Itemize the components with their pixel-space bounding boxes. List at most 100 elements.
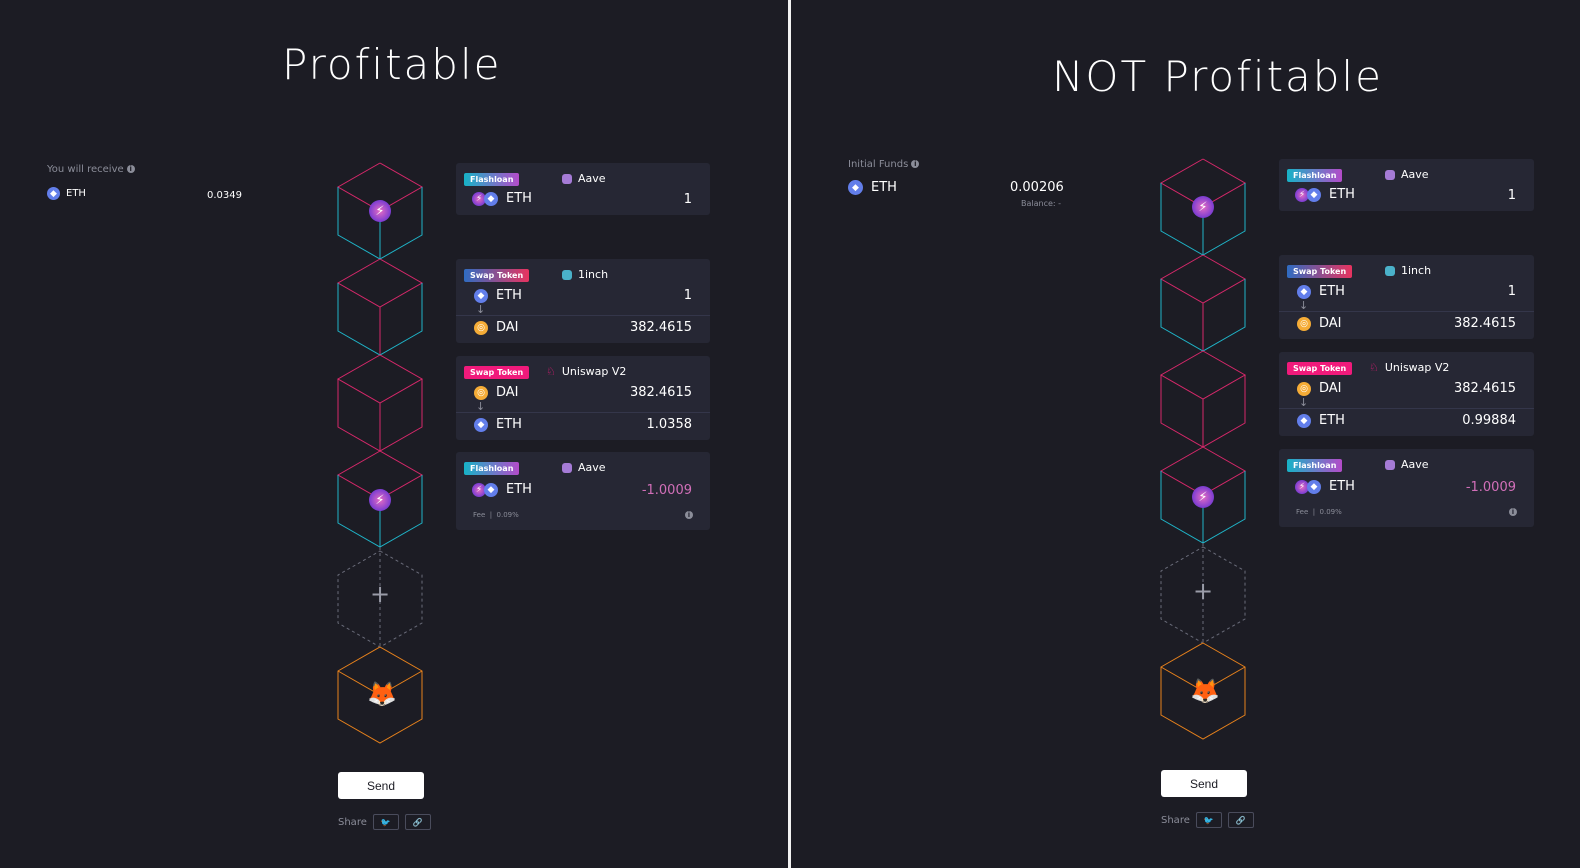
receive-token: ◆ ETH — [47, 187, 86, 200]
from-token-label: ETH — [1319, 284, 1345, 299]
receive-label: You will receive i — [47, 164, 135, 175]
step-card-flashloan[interactable]: Flashloan Aave ⚡ ◆ ETH 1 — [456, 163, 710, 215]
protocol: 1inch — [1385, 264, 1431, 277]
eth-icon: ◆ — [474, 417, 488, 432]
from-amount: 382.4615 — [629, 385, 692, 400]
eth-icon: ◆ — [1307, 187, 1321, 202]
step-tag: Swap Token — [464, 366, 530, 379]
info-icon[interactable]: i — [126, 165, 135, 173]
token: ⚡ ◆ ETH — [1295, 187, 1355, 202]
step-card-flashloan-repay[interactable]: Flashloan Aave ⚡ ◆ ETH -1.0009 Fee | 0.09… — [456, 452, 710, 530]
protocol-label: Aave — [578, 461, 606, 474]
send-button[interactable]: Send — [338, 772, 424, 799]
plus-icon[interactable]: + — [1193, 579, 1213, 603]
twitter-icon[interactable]: 🐦 — [1195, 812, 1222, 828]
eth-icon: ◆ — [848, 180, 863, 195]
step-card-swap-1inch[interactable]: Swap Token 1inch ◆ ETH 1 ↓ ◎ DAI 382.4615 — [1279, 255, 1534, 339]
info-icon[interactable]: i — [685, 511, 693, 519]
to-token-label: ETH — [1319, 413, 1345, 428]
dai-icon: ◎ — [474, 320, 488, 335]
cube-swap-uniswap[interactable] — [336, 354, 424, 452]
uniswap-icon: ♘ — [1369, 361, 1379, 374]
token-amount: -1.0009 — [1465, 480, 1516, 495]
balance-label: Balance: - — [1021, 199, 1062, 208]
share-label: Share — [338, 816, 367, 828]
from-token-label: ETH — [496, 288, 522, 303]
to-amount: 1.0358 — [646, 417, 693, 432]
from-amount: 1 — [1507, 284, 1516, 299]
cube-swap-1inch[interactable] — [1159, 254, 1247, 352]
protocol: 1inch — [562, 268, 608, 281]
to-amount: 382.4615 — [629, 320, 692, 335]
to-token: ◎ DAI — [474, 320, 519, 335]
protocol: Aave — [562, 461, 606, 474]
token-amount: -1.0009 — [641, 483, 692, 498]
from-token: ◆ ETH — [474, 288, 522, 303]
eth-icon: ◆ — [484, 191, 498, 206]
protocol: ♘ Uniswap V2 — [1369, 361, 1449, 374]
page-title: Profitable — [282, 40, 502, 89]
info-icon[interactable]: i — [1509, 508, 1517, 516]
lightning-icon: ⚡ — [369, 200, 391, 222]
receive-label-text: You will receive — [47, 164, 124, 175]
step-card-flashloan-repay[interactable]: Flashloan Aave ⚡ ◆ ETH -1.0009 Fee | 0.09… — [1279, 449, 1534, 527]
from-token-label: DAI — [1319, 381, 1342, 396]
plus-icon[interactable]: + — [370, 582, 390, 606]
page-title: NOT Profitable — [1052, 52, 1383, 101]
protocol-label: Uniswap V2 — [561, 365, 627, 378]
step-card-swap-1inch[interactable]: Swap Token 1inch ◆ ETH 1 ↓ ◎ DAI 382.4615 — [456, 259, 710, 343]
cube-swap-uniswap[interactable] — [1159, 350, 1247, 448]
token-label: ETH — [1329, 479, 1355, 494]
step-card-flashloan[interactable]: Flashloan Aave ⚡ ◆ ETH 1 — [1279, 159, 1534, 211]
step-card-swap-uniswap[interactable]: Swap Token ♘ Uniswap V2 ◎ DAI 382.4615 ↓ ◆… — [1279, 352, 1534, 436]
protocol-label: Aave — [1401, 168, 1429, 181]
lightning-icon: ⚡ — [1192, 196, 1214, 218]
cube-swap-1inch[interactable] — [336, 258, 424, 356]
info-icon[interactable]: i — [911, 160, 920, 168]
row-divider — [456, 412, 710, 413]
token-pair-icon: ⚡ ◆ — [472, 191, 498, 206]
eth-icon: ◆ — [484, 482, 498, 497]
link-icon[interactable]: 🔗 — [1227, 812, 1254, 828]
from-token: ◆ ETH — [1297, 284, 1345, 299]
fee-value: 0.09% — [1319, 508, 1342, 516]
from-token: ◎ DAI — [1297, 381, 1342, 396]
funds-label: Initial Funds i — [848, 159, 920, 170]
protocol: Aave — [562, 172, 606, 185]
to-amount: 0.99884 — [1462, 413, 1516, 428]
step-tag: Flashloan — [1287, 169, 1343, 182]
funds-label-text: Initial Funds — [848, 159, 909, 170]
to-token: ◆ ETH — [1297, 413, 1345, 428]
cube-stack — [336, 162, 424, 744]
to-token-label: DAI — [1319, 316, 1342, 331]
step-card-swap-uniswap[interactable]: Swap Token ♘ Uniswap V2 ◎ DAI 382.4615 ↓ ◆… — [456, 356, 710, 440]
share-bar: Share 🐦 🔗 — [338, 814, 431, 830]
link-icon[interactable]: 🔗 — [404, 814, 431, 830]
from-amount: 1 — [683, 288, 692, 303]
from-amount: 382.4615 — [1453, 381, 1516, 396]
fee-info: Fee | 0.09% — [1296, 508, 1342, 516]
row-divider — [456, 315, 710, 316]
aave-icon — [1385, 459, 1395, 470]
send-button[interactable]: Send — [1161, 770, 1247, 797]
token-pair-icon: ⚡ ◆ — [1295, 187, 1321, 202]
protocol-label: 1inch — [578, 268, 609, 281]
step-tag: Swap Token — [1287, 265, 1353, 278]
eth-icon: ◆ — [1297, 284, 1311, 299]
row-divider — [1279, 408, 1534, 409]
funds-amount-input[interactable]: 0.00206 — [1010, 180, 1064, 195]
twitter-icon[interactable]: 🐦 — [372, 814, 399, 830]
eth-icon: ◆ — [1297, 413, 1311, 428]
fee-info: Fee | 0.09% — [473, 511, 519, 519]
dai-icon: ◎ — [474, 385, 488, 400]
from-token-label: DAI — [496, 385, 519, 400]
eth-icon: ◆ — [1307, 479, 1321, 494]
receive-token-label: ETH — [66, 188, 86, 199]
1inch-icon — [562, 269, 572, 280]
protocol-label: Aave — [1401, 458, 1429, 471]
metamask-fox-icon: 🦊 — [367, 680, 397, 708]
step-tag: Swap Token — [464, 269, 530, 282]
cube-stack — [1159, 158, 1247, 740]
to-token-label: ETH — [496, 417, 522, 432]
receive-amount: 0.0349 — [207, 190, 242, 201]
